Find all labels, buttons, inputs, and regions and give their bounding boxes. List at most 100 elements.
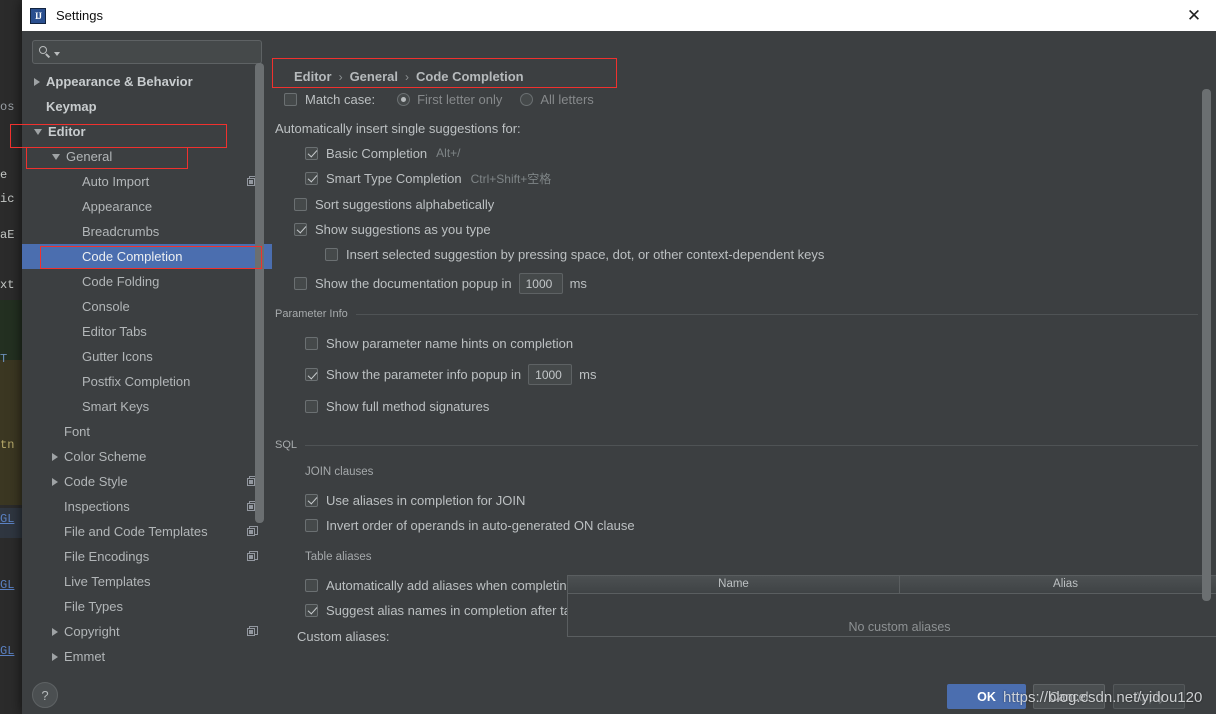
sidebar-item-appearance[interactable]: Appearance — [22, 194, 272, 219]
sidebar-item-console[interactable]: Console — [22, 294, 272, 319]
column-header-alias[interactable]: Alias — [900, 576, 1216, 593]
bg-band-olive — [0, 360, 22, 505]
basic-completion-checkbox[interactable] — [305, 146, 318, 160]
invert-operands-checkbox[interactable] — [305, 518, 318, 532]
param-hints-label: Show parameter name hints on completion — [326, 335, 574, 351]
sidebar-scrollbar-thumb[interactable] — [255, 63, 264, 523]
sidebar-item-inspections[interactable]: Inspections — [22, 494, 272, 519]
close-icon[interactable]: ✕ — [1172, 0, 1216, 31]
chevron-right-icon[interactable] — [52, 452, 58, 461]
breadcrumb-separator-icon: › — [338, 69, 343, 84]
all-letters-label: All letters — [540, 91, 594, 107]
use-aliases-join-label: Use aliases in completion for JOIN — [326, 492, 526, 508]
show-suggestions-label: Show suggestions as you type — [315, 221, 491, 237]
param-popup-checkbox[interactable] — [305, 368, 318, 381]
invert-operands-row: Invert order of operands in auto-generat… — [305, 514, 1198, 536]
sidebar-item-label: Code Folding — [82, 274, 160, 289]
sidebar-item-file-and-code-templates[interactable]: File and Code Templates — [22, 519, 272, 544]
sidebar-item-label: Gutter Icons — [82, 349, 153, 364]
copy-settings-icon[interactable] — [247, 626, 258, 637]
full-signatures-checkbox[interactable] — [305, 399, 318, 413]
chevron-down-icon[interactable] — [52, 153, 60, 160]
sidebar-item-copyright[interactable]: Copyright — [22, 619, 272, 644]
sidebar-item-general[interactable]: General — [22, 144, 272, 169]
breadcrumb-code-completion: Code Completion — [415, 69, 524, 84]
settings-sidebar: Appearance & Behavior Keymap Editor General… — [22, 31, 272, 679]
chevron-right-icon[interactable] — [52, 652, 58, 661]
copy-settings-icon[interactable] — [247, 526, 258, 537]
sidebar-item-breadcrumbs[interactable]: Breadcrumbs — [22, 219, 272, 244]
param-popup-label: Show the parameter info popup in — [326, 367, 522, 382]
sidebar-item-code-completion[interactable]: Code Completion — [22, 244, 272, 269]
auto-add-aliases-checkbox[interactable] — [305, 578, 318, 592]
sidebar-item-postfix-completion[interactable]: Postfix Completion — [22, 369, 272, 394]
insert-selected-checkbox[interactable] — [325, 247, 338, 261]
sidebar-item-label: General — [66, 149, 113, 164]
sort-alphabetically-checkbox[interactable] — [294, 197, 307, 211]
use-aliases-join-checkbox[interactable] — [305, 493, 318, 507]
main-scrollbar-thumb[interactable] — [1202, 89, 1211, 601]
first-letter-only-label: First letter only — [417, 91, 503, 107]
chevron-down-icon[interactable] — [54, 52, 60, 56]
sidebar-item-keymap[interactable]: Keymap — [22, 94, 272, 119]
search-box[interactable] — [32, 40, 262, 64]
table-aliases-label: Table aliases — [305, 551, 372, 563]
doc-popup-checkbox[interactable] — [294, 277, 307, 290]
bg-text-fragment: ic — [0, 192, 15, 206]
sidebar-item-emmet[interactable]: Emmet — [22, 644, 272, 669]
sidebar-item-color-scheme[interactable]: Color Scheme — [22, 444, 272, 469]
custom-aliases-table[interactable]: Name Alias No custom aliases — [567, 575, 1216, 637]
smart-type-completion-label: Smart Type Completion — [326, 170, 462, 186]
sidebar-item-label: Emmet — [64, 649, 106, 664]
sidebar-item-font[interactable]: Font — [22, 419, 272, 444]
sidebar-item-editor-tabs[interactable]: Editor Tabs — [22, 319, 272, 344]
sidebar-item-auto-import[interactable]: Auto Import — [22, 169, 272, 194]
bg-text-fragment: os — [0, 100, 15, 114]
sidebar-item-label: File Encodings — [64, 549, 150, 564]
sort-alphabetically-label: Sort suggestions alphabetically — [315, 196, 495, 212]
sql-label: SQL — [275, 439, 298, 451]
show-suggestions-checkbox[interactable] — [294, 222, 307, 236]
sidebar-item-label: Font — [64, 424, 91, 439]
param-popup-delay-input[interactable]: 1000 — [528, 364, 573, 385]
param-hints-checkbox[interactable] — [305, 336, 318, 350]
chevron-down-icon[interactable] — [34, 128, 42, 135]
help-button[interactable]: ? — [32, 682, 58, 708]
chevron-right-icon[interactable] — [52, 477, 58, 486]
dialog-title-bar: IJ Settings ✕ — [22, 0, 1216, 31]
sidebar-item-file-encodings[interactable]: File Encodings — [22, 544, 272, 569]
column-header-name[interactable]: Name — [568, 576, 900, 593]
sidebar-item-appearance-behavior[interactable]: Appearance & Behavior — [22, 69, 272, 94]
insert-selected-row: Insert selected suggestion by pressing s… — [325, 243, 1198, 265]
sidebar-scrollbar-track[interactable] — [255, 31, 268, 679]
smart-type-completion-checkbox[interactable] — [305, 171, 318, 185]
copy-settings-icon[interactable] — [247, 551, 258, 562]
basic-completion-label: Basic Completion — [326, 145, 428, 161]
divider — [355, 313, 1198, 315]
first-letter-only-radio[interactable] — [397, 92, 411, 106]
sidebar-item-editor[interactable]: Editor — [22, 119, 272, 144]
sidebar-item-code-folding[interactable]: Code Folding — [22, 269, 272, 294]
all-letters-radio[interactable] — [520, 92, 534, 106]
chevron-right-icon[interactable] — [34, 77, 40, 86]
search-icon — [39, 45, 52, 59]
search-input[interactable] — [64, 44, 255, 60]
breadcrumb-general[interactable]: General — [350, 69, 398, 84]
chevron-right-icon[interactable] — [52, 627, 58, 636]
sidebar-item-gutter-icons[interactable]: Gutter Icons — [22, 344, 272, 369]
sidebar-item-file-types[interactable]: File Types — [22, 594, 272, 619]
join-clauses-label: JOIN clauses — [305, 466, 374, 478]
sidebar-item-smart-keys[interactable]: Smart Keys — [22, 394, 272, 419]
search-wrapper — [22, 31, 272, 64]
match-case-checkbox[interactable] — [284, 92, 297, 106]
doc-popup-delay-input[interactable]: 1000 — [518, 273, 563, 294]
sidebar-item-label: Postfix Completion — [82, 374, 191, 389]
suggest-alias-names-checkbox[interactable] — [305, 603, 318, 617]
parameter-info-label: Parameter Info — [275, 308, 348, 320]
breadcrumb-editor[interactable]: Editor — [294, 69, 332, 84]
invert-operands-label: Invert order of operands in auto-generat… — [326, 517, 635, 533]
sidebar-item-code-style[interactable]: Code Style — [22, 469, 272, 494]
intellij-idea-icon: IJ — [30, 7, 46, 24]
sidebar-item-live-templates[interactable]: Live Templates — [22, 569, 272, 594]
doc-popup-row: Show the documentation popup in 1000 ms — [294, 271, 1198, 296]
